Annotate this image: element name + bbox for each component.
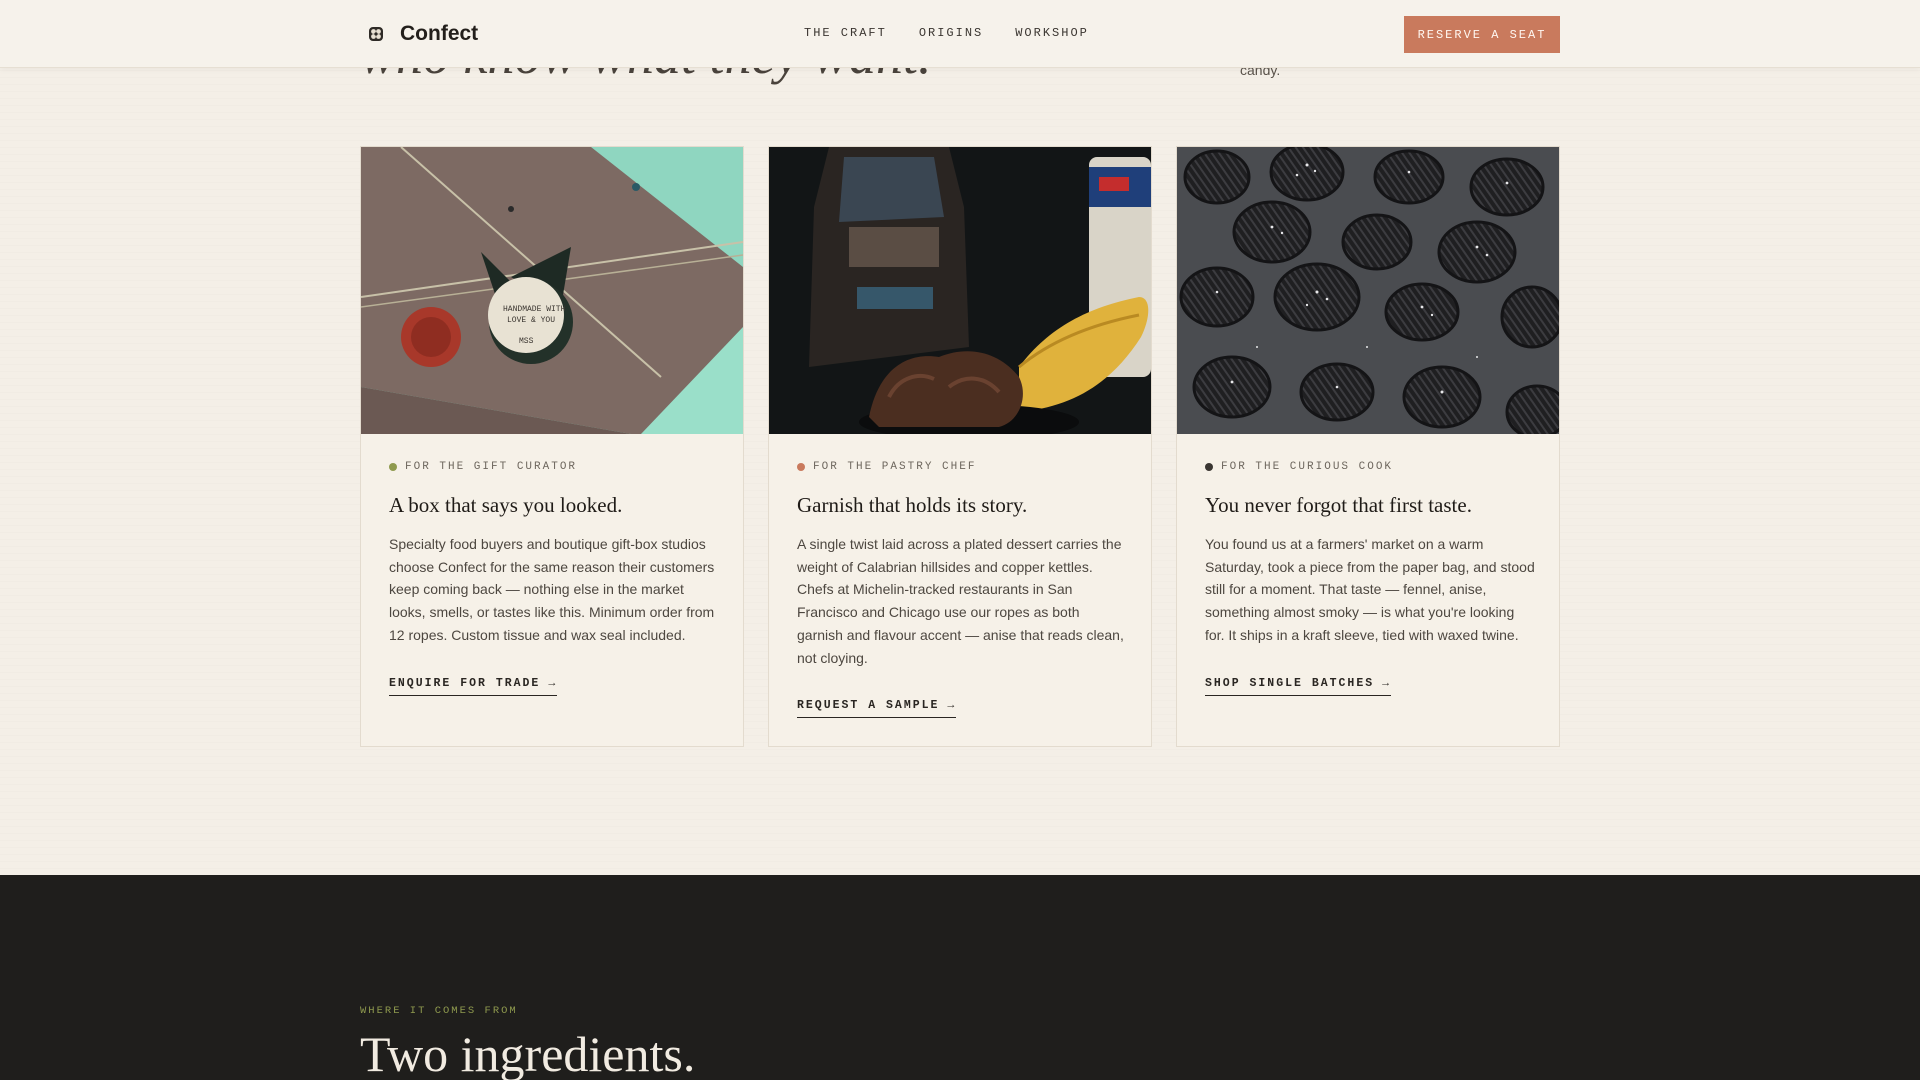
link-label: REQUEST A SAMPLE bbox=[797, 699, 940, 712]
link-label: SHOP SINGLE BATCHES bbox=[1205, 677, 1375, 690]
arrow-right-icon: → bbox=[1382, 677, 1392, 690]
eyebrow-label: FOR THE CURIOUS COOK bbox=[1221, 461, 1394, 473]
gift-box-illustration: HANDMADE WITH LOVE & YOU MSS bbox=[361, 147, 743, 434]
shop-single-batches-link[interactable]: SHOP SINGLE BATCHES → bbox=[1205, 677, 1392, 696]
gift-box-image: HANDMADE WITH LOVE & YOU MSS bbox=[361, 147, 743, 434]
card-eyebrow: FOR THE PASTRY CHEF bbox=[797, 461, 1127, 473]
card-body: FOR THE GIFT CURATOR A box that says you… bbox=[389, 461, 719, 647]
card-pastry-chef: FOR THE PASTRY CHEF Garnish that holds i… bbox=[768, 146, 1152, 747]
candy-logo-icon bbox=[369, 27, 383, 41]
candy-image bbox=[1177, 147, 1559, 434]
card-description: A single twist laid across a plated dess… bbox=[797, 536, 1124, 666]
card-title: A box that says you looked. bbox=[389, 493, 623, 517]
tag-line-3: MSS bbox=[519, 337, 534, 346]
card-gift-curator: HANDMADE WITH LOVE & YOU MSS FOR THE GIF… bbox=[360, 146, 744, 747]
card-eyebrow: FOR THE GIFT CURATOR bbox=[389, 461, 719, 473]
nav-item-the-craft[interactable]: THE CRAFT bbox=[804, 26, 887, 40]
bullet-dot-icon bbox=[797, 463, 805, 471]
card-title: Garnish that holds its story. bbox=[797, 493, 1028, 517]
link-label: ENQUIRE FOR TRADE bbox=[389, 677, 541, 690]
page: who know what they want. candy. Confect … bbox=[0, 0, 1920, 1080]
bullet-dot-icon bbox=[1205, 463, 1213, 471]
card-description: You found us at a farmers' market on a w… bbox=[1205, 536, 1535, 643]
tag-line-1: HANDMADE WITH bbox=[503, 305, 566, 314]
pastry-illustration bbox=[769, 147, 1151, 434]
nav-item-origins[interactable]: ORIGINS bbox=[919, 26, 983, 40]
tag-line-2: LOVE & YOU bbox=[507, 316, 555, 325]
arrow-right-icon: → bbox=[548, 677, 558, 690]
origins-eyebrow: WHERE IT COMES FROM bbox=[360, 1005, 518, 1017]
card-title: You never forgot that first taste. bbox=[1205, 493, 1472, 517]
bullet-dot-icon bbox=[389, 463, 397, 471]
card-body: FOR THE CURIOUS COOK You never forgot th… bbox=[1205, 461, 1535, 647]
main-nav: THE CRAFT ORIGINS WORKSHOP bbox=[804, 26, 1089, 40]
eyebrow-label: FOR THE PASTRY CHEF bbox=[813, 461, 977, 473]
request-sample-link[interactable]: REQUEST A SAMPLE → bbox=[797, 699, 957, 718]
card-curious-cook: FOR THE CURIOUS COOK You never forgot th… bbox=[1176, 146, 1560, 747]
card-eyebrow: FOR THE CURIOUS COOK bbox=[1205, 461, 1535, 473]
eyebrow-label: FOR THE GIFT CURATOR bbox=[405, 461, 578, 473]
enquire-for-trade-link[interactable]: ENQUIRE FOR TRADE → bbox=[389, 677, 558, 696]
brand-name: Confect bbox=[400, 22, 479, 45]
brand-logo[interactable]: Confect bbox=[366, 20, 478, 48]
candies-illustration bbox=[1177, 147, 1559, 434]
card-body: FOR THE PASTRY CHEF Garnish that holds i… bbox=[797, 461, 1127, 669]
arrow-right-icon: → bbox=[947, 699, 957, 712]
site-header: Confect THE CRAFT ORIGINS WORKSHOP RESER… bbox=[0, 0, 1920, 68]
pastry-image bbox=[769, 147, 1151, 434]
card-description: Specialty food buyers and boutique gift-… bbox=[389, 536, 715, 643]
nav-item-workshop[interactable]: WORKSHOP bbox=[1015, 26, 1089, 40]
reserve-seat-button[interactable]: RESERVE A SEAT bbox=[1404, 16, 1560, 53]
origins-section: WHERE IT COMES FROM Two ingredients. bbox=[0, 875, 1920, 1080]
origins-title: Two ingredients. bbox=[360, 1026, 696, 1080]
